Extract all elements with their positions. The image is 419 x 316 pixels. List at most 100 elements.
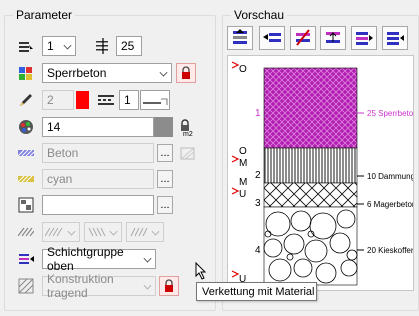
- hatch-row: Beton ...: [17, 143, 197, 163]
- line-style-1-select[interactable]: [42, 222, 80, 242]
- thickness-input[interactable]: 25: [116, 36, 142, 56]
- layer-group-icon: [17, 250, 35, 268]
- layer-preview-drawing: O 1 25 Sperrbeton O M 2 10 Dammung M U 3…: [231, 61, 414, 286]
- chevron-down-icon: [109, 227, 118, 236]
- construction-value: Konstruktion tragend: [47, 272, 114, 300]
- line-style-2-icon: [88, 227, 106, 237]
- edit-layer-icon: [296, 29, 310, 46]
- layer-2-label: 10 Dammung: [367, 172, 414, 181]
- material-row: Sperrbeton: [17, 63, 196, 83]
- preview-title: Vorschau: [231, 8, 288, 22]
- marker-m1-icon: [231, 155, 240, 163]
- line-style-1-icon: [45, 227, 63, 237]
- color-input[interactable]: cyan: [42, 169, 154, 189]
- line-style-row: [17, 222, 164, 242]
- index-select[interactable]: 1: [42, 36, 76, 56]
- marker-m1-label: M: [239, 158, 247, 169]
- color-browse-button[interactable]: ...: [157, 170, 173, 188]
- layer-input[interactable]: 14: [42, 117, 154, 137]
- material-value: Sperrbeton: [47, 66, 107, 80]
- layer-3-label: 6 Magerbeton: [367, 200, 414, 209]
- line-style-icon: [143, 98, 168, 105]
- layer-color-swatch[interactable]: [154, 117, 173, 137]
- material-link-button[interactable]: [159, 276, 179, 296]
- pen-row: 2 1: [17, 90, 170, 110]
- pen-icon: [17, 91, 35, 109]
- layer-4-label: 20 Kieskoffer: [367, 246, 414, 255]
- line-value: 1: [124, 93, 131, 107]
- layer-1-index: 1: [255, 108, 261, 119]
- layer-2-block: [263, 147, 358, 184]
- marker-u1-icon: [231, 187, 240, 195]
- construction-select[interactable]: Konstruktion tragend: [42, 272, 156, 300]
- line-style-3-select[interactable]: [126, 222, 164, 242]
- preview-tool-3-button[interactable]: [290, 26, 316, 50]
- construction-row: Konstruktion tragend: [17, 272, 179, 300]
- pattern-row: ...: [17, 195, 173, 215]
- pen-color-swatch[interactable]: [76, 91, 89, 109]
- pattern-icon: [17, 196, 35, 214]
- tooltip-text: Verkettung mit Material: [202, 285, 315, 298]
- material-select[interactable]: Sperrbeton: [42, 63, 172, 83]
- tooltip: Verkettung mit Material: [196, 282, 317, 301]
- move-layer-down-icon: [387, 32, 404, 45]
- preview-tool-5-button[interactable]: [351, 26, 377, 50]
- pattern-input[interactable]: [42, 195, 154, 215]
- preview-canvas[interactable]: O 1 25 Sperrbeton O M 2 10 Dammung M U 3…: [227, 55, 414, 291]
- preview-tool-1-button[interactable]: [227, 26, 253, 50]
- line-style-select[interactable]: [140, 90, 170, 110]
- marker-o-label: O: [239, 146, 247, 157]
- chevron-down-icon: [151, 227, 160, 236]
- line-hatch-icon: [17, 223, 35, 241]
- top-marker-icon: [231, 61, 240, 69]
- line-input[interactable]: 1: [119, 90, 139, 110]
- layer-1-label: 25 Sperrbeton: [367, 109, 414, 118]
- layer-3-block: [263, 182, 358, 208]
- layer-lock-icon[interactable]: m2: [177, 118, 195, 136]
- layer-group-row: Schichtgruppe oben: [17, 245, 156, 273]
- palette-icon: [17, 118, 35, 136]
- line-style-3-icon: [130, 227, 148, 237]
- preview-tool-2-button[interactable]: [259, 26, 285, 50]
- layer-color-row: 14 m2: [17, 117, 195, 137]
- pen-value: 2: [47, 93, 54, 107]
- marker-bottom-icon: [231, 270, 240, 278]
- color-row: cyan ...: [17, 169, 173, 189]
- layer-2-index: 2: [255, 170, 261, 181]
- material-lock-button[interactable]: [176, 63, 196, 83]
- layer-3-index: 3: [255, 198, 261, 209]
- layer-group-value: Schichtgruppe oben: [47, 245, 124, 273]
- pattern-browse-button[interactable]: ...: [157, 196, 173, 214]
- layer-1-block: [263, 67, 358, 149]
- line-style-2-select[interactable]: [84, 222, 122, 242]
- layer-group-select[interactable]: Schichtgruppe oben: [42, 245, 156, 273]
- preview-tool-4-button[interactable]: [320, 26, 346, 50]
- hatch-value: Beton: [47, 146, 79, 160]
- preview-tool-6-button[interactable]: [382, 26, 408, 50]
- lock-icon: [165, 279, 173, 292]
- move-layer-up-icon: [356, 32, 373, 45]
- pen-input[interactable]: 2: [42, 90, 74, 110]
- layer-select-icon: [17, 37, 35, 55]
- layer-value: 14: [47, 120, 61, 134]
- parameter-group: Parameter 1 25 Sperrbeton 2 1 14 m2 Beto…: [4, 8, 216, 311]
- line-type-icon: [97, 91, 115, 109]
- thickness-icon: [94, 37, 112, 55]
- hatch-disabled-icon: [179, 144, 197, 162]
- insert-layer-top-icon: [233, 29, 247, 44]
- index-select-value: 1: [47, 39, 54, 53]
- hatch-icon: [17, 144, 35, 162]
- marker-u1-label: U: [239, 189, 246, 200]
- hatch-input[interactable]: Beton: [42, 143, 154, 163]
- insert-layer-icon: [263, 33, 281, 42]
- color-value: cyan: [47, 172, 73, 186]
- marker-m2-label: M: [239, 177, 247, 188]
- parameter-title: Parameter: [13, 8, 76, 22]
- mouse-cursor-icon: [195, 262, 207, 280]
- chevron-down-icon: [63, 41, 72, 50]
- pattern-color-icon: [17, 170, 35, 188]
- hatch-browse-button[interactable]: ...: [157, 144, 173, 162]
- lock-icon: [182, 66, 190, 79]
- chevron-down-icon: [67, 227, 76, 236]
- chevron-down-icon: [159, 68, 168, 77]
